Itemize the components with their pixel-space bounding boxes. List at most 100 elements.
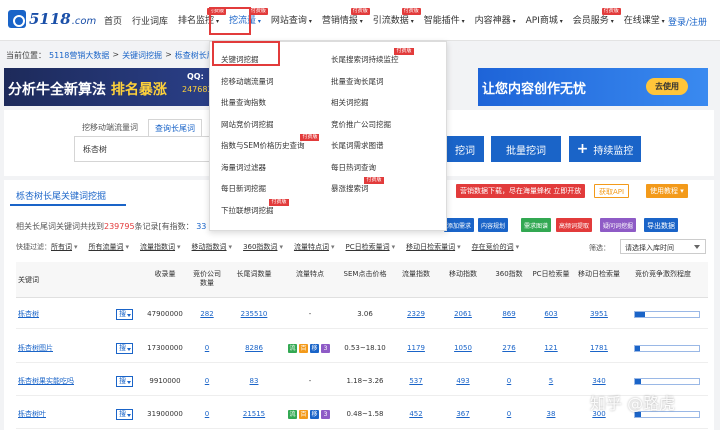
dropdown-item-left-2[interactable]: 批量查询指数 (221, 97, 266, 108)
pc-daily-search[interactable]: 5 (549, 377, 553, 385)
nav-item-8[interactable]: 内容神器 ▾ (470, 15, 521, 28)
mobile-daily-search[interactable]: 1781 (590, 344, 608, 352)
search-engine-select[interactable]: 搜 (116, 409, 133, 420)
pc-daily-search[interactable]: 38 (547, 410, 556, 418)
search-engine-select[interactable]: 搜 (116, 376, 133, 387)
column-header[interactable]: 360指数 (490, 270, 528, 279)
mobile-index[interactable]: 1050 (454, 344, 472, 352)
content-plan-button[interactable]: 内容规划 (478, 218, 509, 232)
filter-7[interactable]: 移动日检索量词 ▾ (406, 242, 461, 252)
monitor-button[interactable]: + 持续监控 (569, 136, 641, 162)
api-button[interactable]: 获取API (594, 184, 630, 198)
tab-mobile-traffic[interactable]: 挖移动端流量词 (76, 119, 144, 136)
longtail-count[interactable]: 21515 (243, 410, 265, 418)
pc-daily-search[interactable]: 121 (544, 344, 557, 352)
filter-2[interactable]: 流量指数词 ▾ (140, 242, 181, 252)
dropdown-item-right-6[interactable]: 暴涨搜索词 付费版 (331, 177, 384, 194)
nav-item-6[interactable]: 引流数据 ▾ 付费版 (368, 8, 421, 28)
dropdown-item-left-3[interactable]: 网站竞价词挖掘 (221, 119, 274, 130)
column-header[interactable]: 流量特点 (286, 270, 334, 279)
dropdown-item-right-3[interactable]: 竞价推广公司挖掘 (331, 119, 391, 130)
breadcrumb-home[interactable]: 5118营销大数据 (49, 50, 109, 61)
site-logo[interactable]: 5118 .com (8, 10, 96, 28)
index-360[interactable]: 276 (502, 344, 515, 352)
traffic-index[interactable]: 2329 (407, 310, 425, 318)
filter-3[interactable]: 移动指数词 ▾ (192, 242, 233, 252)
nav-item-10[interactable]: 会员服务 ▾ 付费版 (568, 8, 621, 28)
column-header[interactable]: 长尾词数量 (232, 270, 276, 279)
dropdown-item-left-5[interactable]: 海量词过滤器 (221, 162, 266, 173)
question-mining-button[interactable]: 疑问词挖掘 (600, 218, 637, 232)
keyword-link[interactable]: 栎杏树叶 (18, 410, 46, 418)
download-notice[interactable]: 营销数据下载，尽在海量蜂权 立即开放 (456, 184, 586, 198)
filter-8[interactable]: 存在竞价的词 ▾ (472, 242, 520, 252)
filter-4[interactable]: 360指数词 ▾ (243, 242, 283, 252)
mobile-index[interactable]: 2061 (454, 310, 472, 318)
index-360[interactable]: 869 (502, 310, 515, 318)
filter-6[interactable]: PC日检索量词 ▾ (345, 242, 395, 252)
filter-0[interactable]: 快捷过滤： 所有词 ▾ (16, 242, 78, 252)
column-header[interactable]: 竞价公司数量 (190, 270, 224, 288)
mobile-daily-search[interactable]: 3951 (590, 310, 608, 318)
bid-company-count[interactable]: 0 (205, 377, 209, 385)
export-button[interactable]: 导出数据 (644, 218, 678, 232)
column-header[interactable]: 流量指数 (396, 270, 436, 279)
dropdown-item-right-5[interactable]: 每日热词查询 (331, 162, 376, 173)
mobile-daily-search[interactable]: 340 (592, 377, 605, 385)
mobile-index[interactable]: 493 (456, 377, 469, 385)
dropdown-item-right-0[interactable]: 长尾搜索词持续监控 付费版 (331, 48, 414, 65)
column-header[interactable]: PC日检索量 (530, 270, 572, 279)
login-link[interactable]: 登录/注册 (668, 15, 707, 28)
filter-1[interactable]: 所有流量词 ▾ (89, 242, 130, 252)
column-header[interactable]: 竞价竞争激烈程度 (628, 270, 698, 279)
column-header[interactable]: 收录量 (146, 270, 184, 279)
column-header[interactable]: SEM点击价格 (340, 270, 390, 279)
dropdown-item-right-2[interactable]: 相关词挖掘 (331, 97, 369, 108)
search-engine-select[interactable]: 搜 (116, 309, 133, 320)
dropdown-item-left-4[interactable]: 指数与SEM价格历史查询 付费版 (221, 134, 320, 151)
search-engine-select[interactable]: 搜 (116, 343, 133, 354)
banner-use-button[interactable]: 去使用 (646, 78, 688, 95)
demand-graph-button[interactable]: 需求图谱 (521, 218, 552, 232)
dropdown-item-left-7[interactable]: 下拉联想词挖掘 付费版 (221, 198, 289, 216)
longtail-count[interactable]: 8286 (245, 344, 263, 352)
traffic-index[interactable]: 537 (409, 377, 422, 385)
column-header[interactable]: 关键词 (18, 276, 108, 285)
dig-button[interactable]: 挖词 (446, 136, 484, 162)
nav-item-4[interactable]: 网站查询 ▾ (266, 15, 317, 28)
breadcrumb-keyword-mining[interactable]: 关键词挖掘 (122, 50, 162, 61)
dropdown-item-right-4[interactable]: 长尾词需求图谱 (331, 140, 384, 151)
column-header[interactable]: 移动指数 (442, 270, 484, 279)
batch-dig-button[interactable]: 批量挖词 (491, 136, 561, 162)
filter-5[interactable]: 流量特点词 ▾ (294, 242, 335, 252)
promo-banner-right[interactable]: 让您内容创作无忧 去使用 (478, 68, 708, 106)
bid-company-count[interactable]: 0 (205, 344, 209, 352)
nav-item-11[interactable]: 在线课堂 ▾ (619, 15, 670, 28)
column-header[interactable]: 移动日检索量 (576, 270, 622, 279)
nav-item-0[interactable]: 首页 (99, 16, 127, 28)
mobile-index[interactable]: 367 (456, 410, 469, 418)
keyword-link[interactable]: 栎杏树果实能吃吗 (18, 377, 74, 385)
dropdown-item-left-1[interactable]: 挖移动端流量词 (221, 76, 274, 87)
keyword-link[interactable]: 栎杏树 (18, 310, 39, 318)
dropdown-item-right-1[interactable]: 批量查询长尾词 (331, 76, 384, 87)
nav-item-7[interactable]: 智能插件 ▾ (419, 15, 470, 28)
keyword-link[interactable]: 栎杏树图片 (18, 344, 53, 352)
nav-item-9[interactable]: API商城 ▾ (521, 15, 568, 28)
nav-item-5[interactable]: 营销情报 ▾ 付费版 (317, 8, 370, 28)
dropdown-item-left-6[interactable]: 每日新词挖掘 (221, 183, 266, 194)
bid-company-count[interactable]: 0 (205, 410, 209, 418)
add-demand-button[interactable]: 添加需求 (444, 218, 475, 232)
bid-company-count[interactable]: 282 (200, 310, 213, 318)
index-360[interactable]: 0 (507, 410, 511, 418)
traffic-index[interactable]: 1179 (407, 344, 425, 352)
tutorial-button[interactable]: 使用教程 ▾ (646, 184, 688, 198)
date-filter-select[interactable]: 请选择入库时间 (620, 239, 706, 254)
index-360[interactable]: 0 (507, 377, 511, 385)
traffic-index[interactable]: 452 (409, 410, 422, 418)
promo-banner-left[interactable]: 分析牛全新算法 排名暴涨 QQ: 247683 (4, 68, 214, 106)
hotword-extract-button[interactable]: 高频词提取 (556, 218, 593, 232)
longtail-count[interactable]: 83 (250, 377, 259, 385)
nav-item-1[interactable]: 行业词库 (127, 16, 173, 28)
longtail-count[interactable]: 235510 (241, 310, 268, 318)
